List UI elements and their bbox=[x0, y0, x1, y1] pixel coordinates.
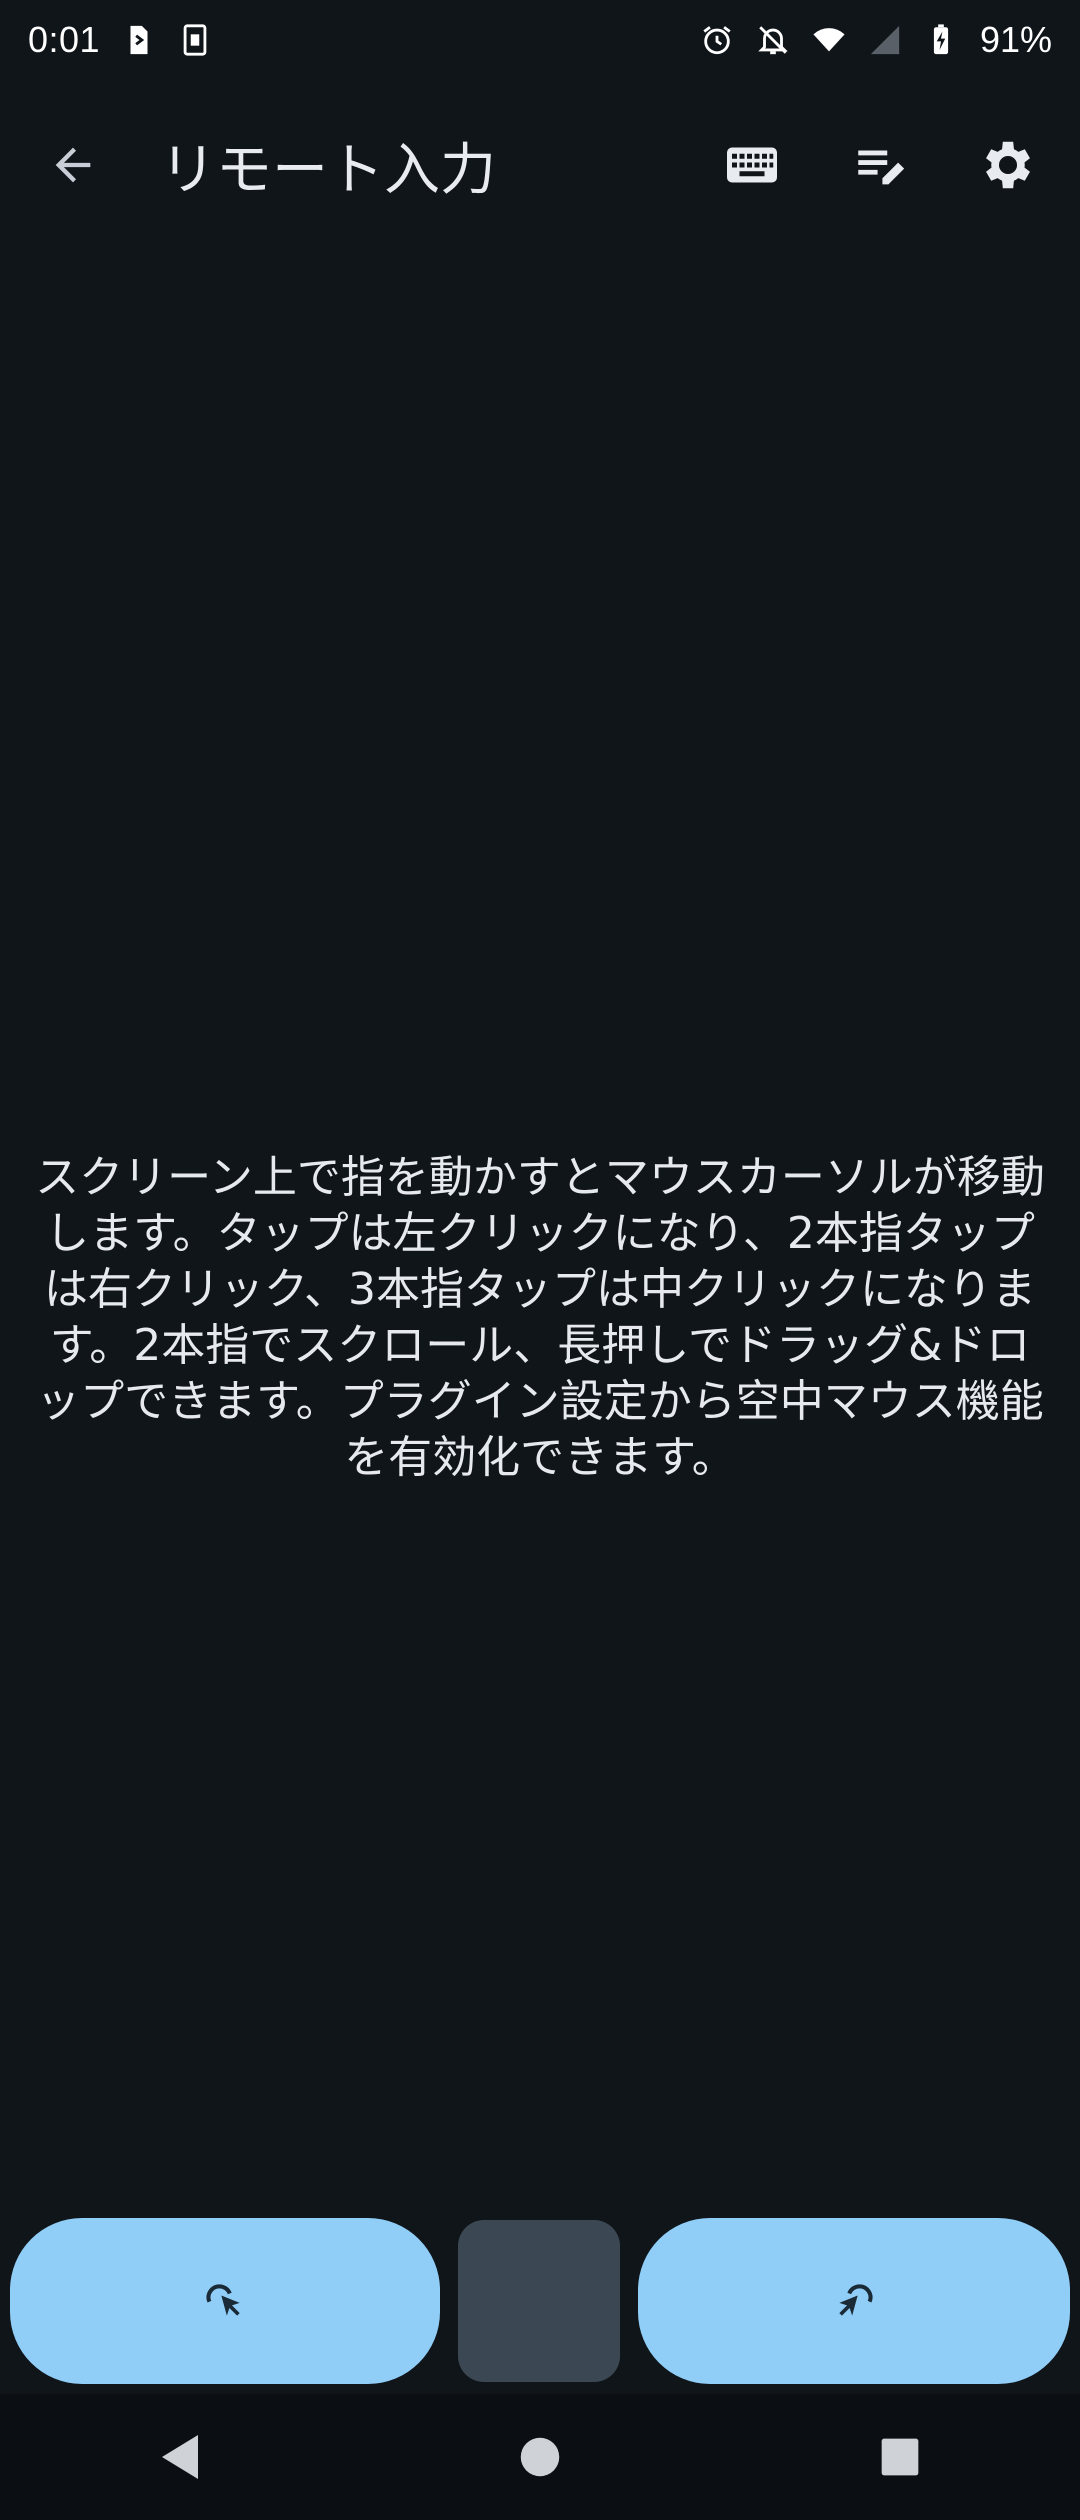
settings-button[interactable] bbox=[966, 123, 1050, 207]
status-bar: 0:01 91% bbox=[0, 0, 1080, 80]
touchpad-area[interactable]: スクリーン上で指を動かすとマウスカーソルが移動します。タップは左クリックになり、… bbox=[0, 230, 1080, 2210]
recents-square-icon bbox=[881, 2438, 919, 2476]
arrow-back-icon bbox=[55, 147, 91, 183]
back-button[interactable] bbox=[30, 122, 116, 208]
settings-icon bbox=[986, 141, 1030, 189]
page-title: リモート入力 bbox=[160, 137, 496, 203]
notifications-off-icon bbox=[758, 26, 788, 55]
middle-click-button[interactable] bbox=[458, 2220, 620, 2382]
left-click-button[interactable] bbox=[10, 2218, 440, 2384]
keyboard-icon bbox=[727, 147, 777, 183]
nav-home-button[interactable] bbox=[480, 2407, 600, 2507]
battery-percent: 91% bbox=[979, 19, 1052, 60]
alarm-icon bbox=[703, 26, 731, 55]
back-triangle-icon bbox=[162, 2435, 198, 2479]
left-click-icon bbox=[206, 2284, 240, 2316]
app-bar: リモート入力 bbox=[0, 100, 1080, 230]
right-click-icon bbox=[839, 2284, 873, 2316]
nav-recents-button[interactable] bbox=[840, 2407, 960, 2507]
right-click-button[interactable] bbox=[638, 2218, 1070, 2384]
status-time: 0:01 bbox=[28, 19, 101, 60]
cell-signal-icon bbox=[870, 25, 900, 55]
nav-back-button[interactable] bbox=[120, 2407, 240, 2507]
app-bar-actions bbox=[710, 123, 1050, 207]
status-right: 91% bbox=[700, 19, 1052, 61]
system-navigation-bar bbox=[0, 2394, 1080, 2520]
battery-charging-icon bbox=[933, 24, 949, 55]
remote-input-screen: 0:01 91% リモート入力 スクリーン上で指を動かすとマウスカーソルが移動し… bbox=[0, 0, 1080, 2520]
home-circle-icon bbox=[520, 2437, 560, 2477]
sim-toolkit-icon bbox=[130, 25, 148, 55]
edit-list-icon bbox=[858, 150, 905, 185]
touchpad-instructions: スクリーン上で指を動かすとマウスカーソルが移動します。タップは左クリックになり、… bbox=[35, 1152, 1045, 1483]
wifi-icon bbox=[813, 28, 845, 52]
sd-card-icon bbox=[183, 24, 207, 56]
edit-text-button[interactable] bbox=[838, 123, 922, 207]
keyboard-button[interactable] bbox=[710, 123, 794, 207]
status-left: 0:01 bbox=[28, 19, 212, 61]
mouse-buttons bbox=[0, 2218, 1080, 2386]
